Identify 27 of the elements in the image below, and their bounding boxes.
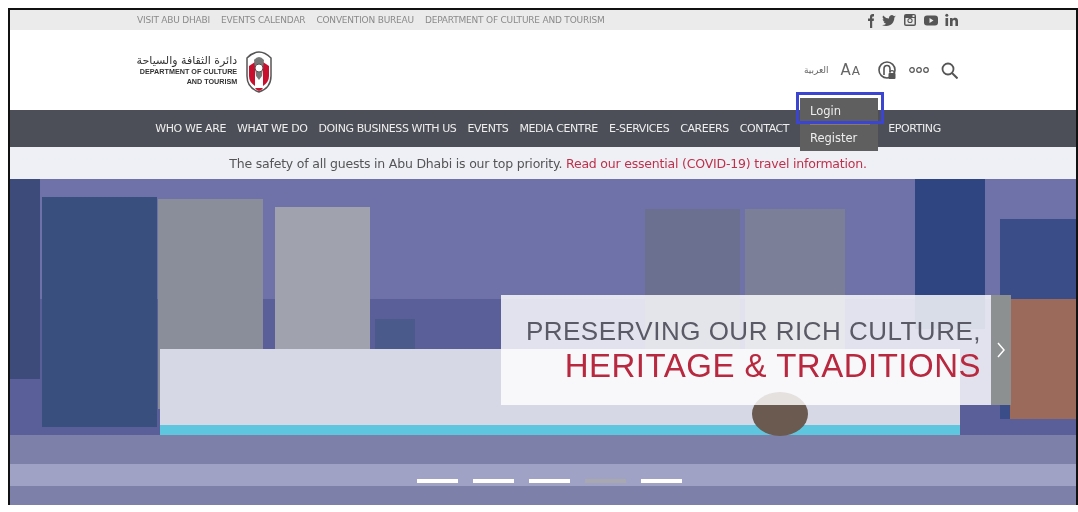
hero-subtitle: HERITAGE & TRADITIONS [564,346,981,385]
nav-item[interactable]: CONTACT [739,122,790,135]
logo-text: DEPARTMENT OF CULTURE [139,66,238,77]
nav-item[interactable]: WHO WE ARE [155,122,226,135]
search-icon[interactable] [941,61,958,79]
hero-title: PRESERVING OUR RICH CULTURE, [525,315,981,347]
bird-icon[interactable] [881,12,897,28]
notice-text: The safety of all guests in Abu Dhabi is our top priority. Read our essential (COVID-19) travel information. [229,155,867,171]
instagram-icon[interactable] [902,12,918,28]
logo-text: AND TOURISM [186,76,238,87]
menu-item[interactable]: Login [810,103,870,119]
covid-info-link[interactable]: Read our essential (COVID-19) travel information. [565,155,867,171]
nav-item[interactable]: CAREERS [680,122,729,135]
nav-item[interactable]: WHAT WE DO [236,122,308,135]
nav-item[interactable]: EVENTS [467,122,509,135]
nav-item[interactable]: DOING BUSINESS WITH US [318,122,457,135]
nav-item[interactable]: EPORTING [888,122,941,135]
menu-item[interactable]: Register [810,130,870,146]
linkedin-icon[interactable] [944,12,960,28]
chevron-icon [996,341,1006,359]
language-link[interactable]: العربية [803,65,829,75]
user-lock-icon[interactable] [878,60,897,80]
more-icon[interactable] [909,66,929,74]
logo-arabic-text: دائرة الثقافة والسياحة [136,53,238,67]
text-size-button[interactable]: AA [840,61,860,79]
nav-item[interactable]: E-SERVICES [608,122,670,135]
nav-item[interactable]: MEDIA CENTRE [519,122,598,135]
